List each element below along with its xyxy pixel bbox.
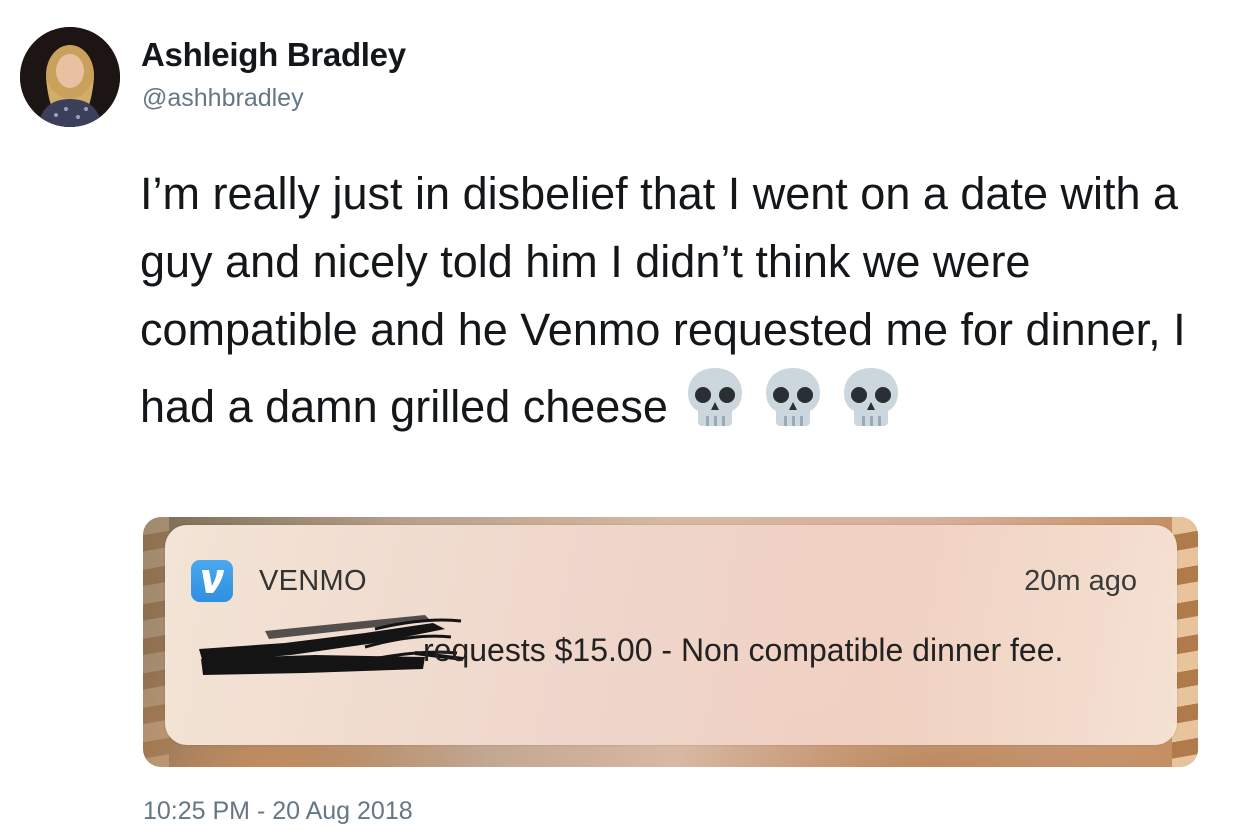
skull-icon — [682, 364, 748, 430]
venmo-notification: VENMO 20m ago requests $15.00 - Non comp… — [165, 525, 1177, 745]
tweet: Ashleigh Bradley @ashhbradley I’m really… — [0, 0, 1250, 830]
author-name[interactable]: Ashleigh Bradley — [141, 36, 406, 74]
attached-screenshot[interactable]: VENMO 20m ago requests $15.00 - Non comp… — [143, 517, 1198, 767]
notification-time: 20m ago — [1024, 565, 1137, 597]
tweet-timestamp[interactable]: 10:25 PM - 20 Aug 2018 — [143, 797, 413, 826]
venmo-v-icon — [191, 560, 233, 602]
tweet-body: I’m really just in disbelief that I went… — [140, 168, 1186, 432]
profile-photo-icon — [20, 27, 120, 127]
skull-emoji-group — [682, 364, 916, 449]
avatar[interactable] — [20, 27, 120, 127]
skull-icon — [760, 364, 826, 430]
notification-message-text: requests $15.00 - Non compatible dinner … — [423, 632, 1064, 668]
notification-message: requests $15.00 - Non compatible dinner … — [193, 626, 1153, 674]
author-handle[interactable]: @ashhbradley — [142, 84, 304, 113]
skull-icon — [838, 364, 904, 430]
app-name: VENMO — [259, 565, 367, 597]
tweet-text: I’m really just in disbelief that I went… — [140, 160, 1230, 449]
